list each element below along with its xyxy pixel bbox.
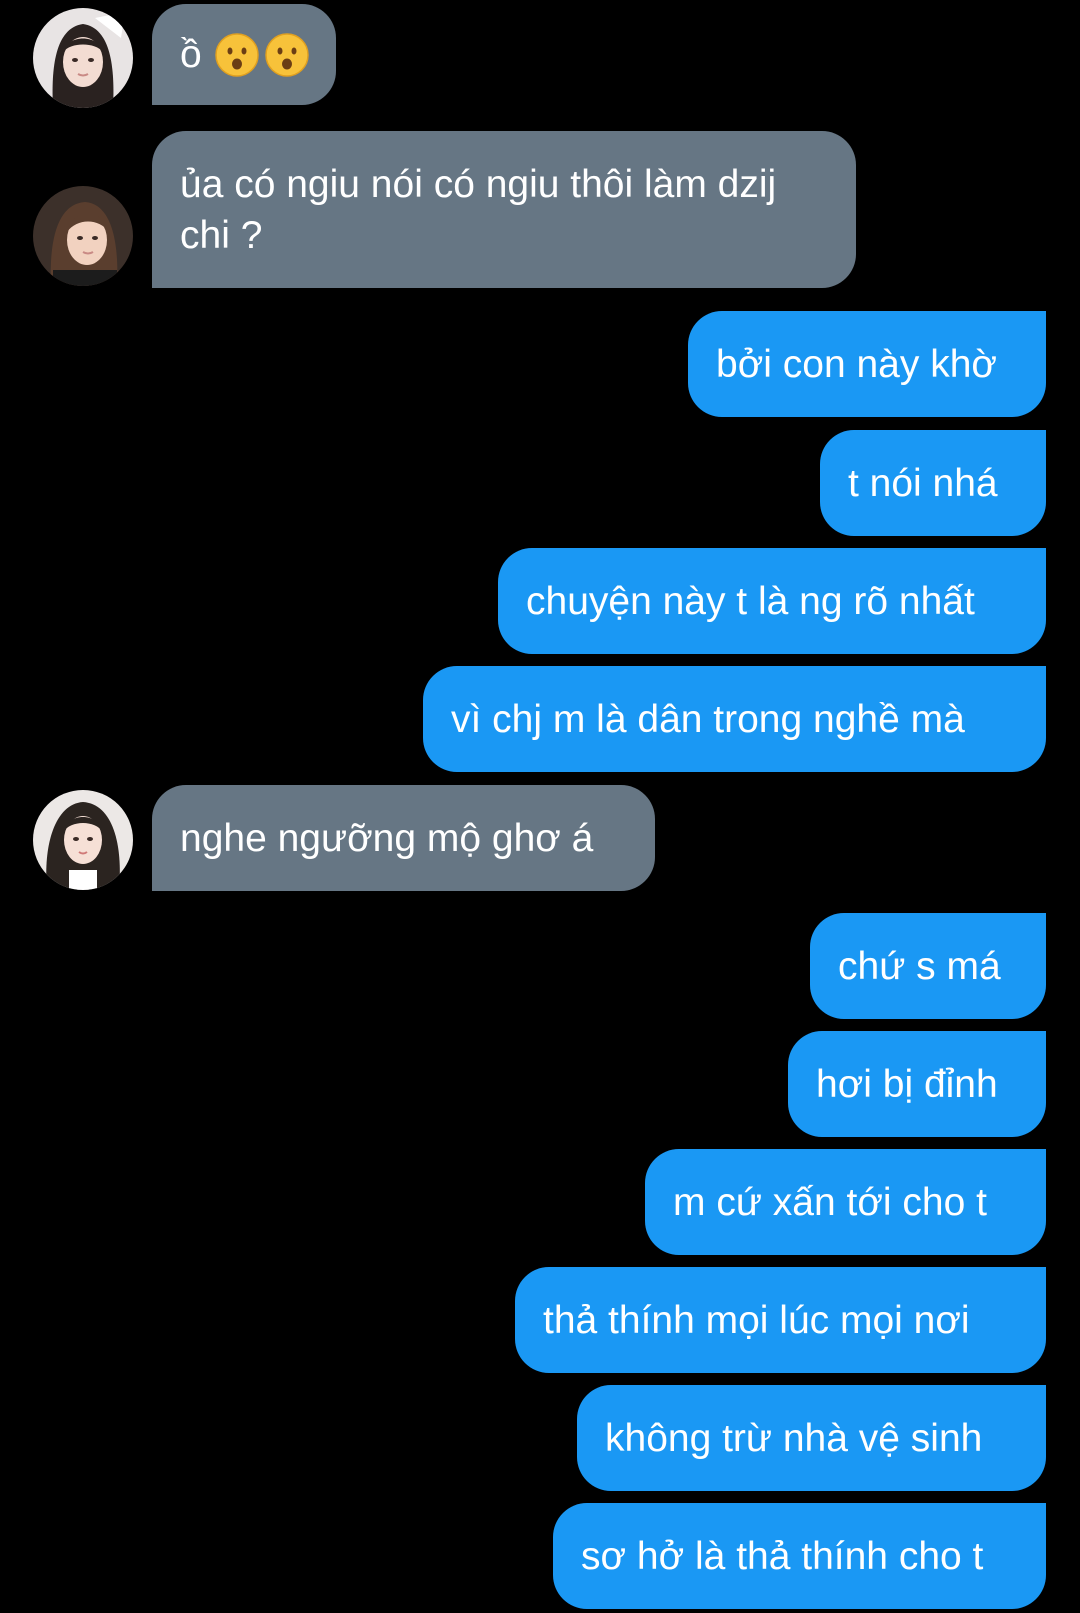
avatar[interactable] bbox=[33, 186, 133, 286]
message-bubble-received[interactable]: ồ bbox=[152, 4, 336, 105]
message-text: hơi bị đỉnh bbox=[816, 1062, 998, 1106]
message-text: m cứ xấn tới cho t bbox=[673, 1180, 987, 1224]
message-text: t nói nhá bbox=[848, 461, 998, 505]
message-bubble-sent[interactable]: hơi bị đỉnh bbox=[788, 1031, 1046, 1137]
message-text: thả thính mọi lúc mọi nơi bbox=[543, 1298, 970, 1342]
message-bubble-sent[interactable]: sơ hở là thả thính cho t bbox=[553, 1503, 1046, 1609]
message-text: ồ bbox=[180, 33, 202, 76]
message-bubble-sent[interactable]: thả thính mọi lúc mọi nơi bbox=[515, 1267, 1046, 1373]
frowning-open-mouth-emoji-icon bbox=[214, 32, 259, 77]
avatar-girl-dark-hair-icon bbox=[33, 8, 133, 108]
frowning-open-mouth-emoji-icon bbox=[264, 32, 309, 77]
message-bubble-sent[interactable]: bởi con này khờ bbox=[688, 311, 1046, 417]
message-text: vì chj m là dân trong nghề mà bbox=[451, 697, 965, 741]
avatar[interactable] bbox=[33, 790, 133, 890]
message-text: sơ hở là thả thính cho t bbox=[581, 1534, 984, 1578]
message-bubble-sent[interactable]: m cứ xấn tới cho t bbox=[645, 1149, 1046, 1255]
avatar-girl-brown-hair-icon bbox=[33, 186, 133, 286]
message-text: ủa có ngiu nói có ngiu thôi làm dzij chi… bbox=[180, 162, 777, 257]
message-text: chuyện này t là ng rõ nhất bbox=[526, 579, 975, 623]
message-text: nghe ngưỡng mộ ghơ á bbox=[180, 816, 594, 860]
message-bubble-sent[interactable]: chứ s má bbox=[810, 913, 1046, 1019]
message-bubble-received[interactable]: nghe ngưỡng mộ ghơ á bbox=[152, 785, 655, 891]
message-text: bởi con này khờ bbox=[716, 342, 997, 386]
message-bubble-sent[interactable]: chuyện này t là ng rõ nhất bbox=[498, 548, 1046, 654]
message-bubble-received[interactable]: ủa có ngiu nói có ngiu thôi làm dzij chi… bbox=[152, 131, 856, 288]
message-text: không trừ nhà vệ sinh bbox=[605, 1416, 983, 1460]
avatar-girl-long-hair-icon bbox=[33, 790, 133, 890]
message-bubble-sent[interactable]: t nói nhá bbox=[820, 430, 1046, 536]
avatar[interactable] bbox=[33, 8, 133, 108]
message-bubble-sent[interactable]: không trừ nhà vệ sinh bbox=[577, 1385, 1046, 1491]
message-bubble-sent[interactable]: vì chj m là dân trong nghề mà bbox=[423, 666, 1046, 772]
message-text: chứ s má bbox=[838, 944, 1001, 988]
